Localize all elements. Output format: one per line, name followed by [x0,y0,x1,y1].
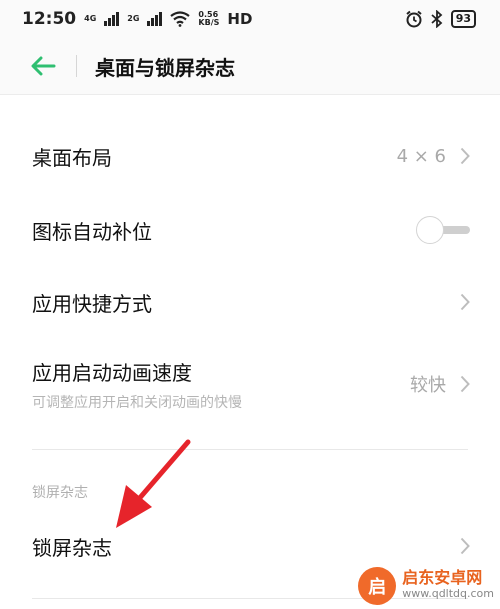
sim1-label: 4G [84,14,97,23]
arrow-left-icon [31,56,56,76]
section-header: 锁屏杂志 [32,485,88,501]
toggle-knob [416,216,444,244]
header-divider [76,55,77,77]
wifi-icon [170,11,191,27]
chevron-right-icon [460,537,470,555]
watermark-logo-icon: 启 [358,567,397,605]
chevron-right-icon [460,375,470,393]
setting-label: 应用启动动画速度 [32,360,192,385]
setting-label: 应用快捷方式 [32,291,152,316]
signal-icon-2 [147,12,163,26]
setting-right [460,293,470,311]
signal-icon [104,12,120,26]
setting-right: 较快 [410,371,470,397]
chevron-right-icon [460,293,470,311]
watermark-url: www.qdltdq.com [402,587,494,600]
status-left: 12:50 4G 2G 0.56 KB/S HD [22,9,252,29]
bluetooth-icon [431,10,443,28]
status-bar: 12:50 4G 2G 0.56 KB/S HD 93 [0,0,500,38]
section-divider [32,449,468,450]
setting-value: 较快 [410,375,446,396]
setting-icon-auto-fill: 图标自动补位 [0,194,500,266]
clock: 12:50 [22,9,77,29]
sim2-label: 2G [127,14,140,23]
alarm-icon [406,10,422,28]
setting-right: 4 × 6 [397,146,470,167]
watermark: 启 启东安卓网 www.qdltdq.com [358,567,494,605]
network-speed: 0.56 KB/S [198,10,220,27]
setting-text: 应用启动动画速度 可调整应用开启和关闭动画的快慢 [32,357,242,412]
setting-launch-animation-speed[interactable]: 应用启动动画速度 可调整应用开启和关闭动画的快慢 较快 [0,342,500,426]
chevron-right-icon [460,147,470,165]
setting-subtitle: 可调整应用开启和关闭动画的快慢 [32,394,242,411]
watermark-name: 启东安卓网 [402,568,483,587]
setting-right [460,537,470,555]
watermark-text: 启东安卓网 www.qdltdq.com [402,570,494,602]
setting-desktop-layout[interactable]: 桌面布局 4 × 6 [0,120,500,192]
icon-auto-fill-toggle[interactable] [416,216,470,244]
setting-value: 4 × 6 [396,145,446,167]
setting-app-shortcuts[interactable]: 应用快捷方式 [0,266,500,338]
status-right: 93 [405,10,476,28]
app-header: 桌面与锁屏杂志 [0,38,500,95]
setting-label: 桌面布局 [32,145,112,170]
back-button[interactable] [30,56,62,76]
setting-label: 图标自动补位 [32,219,152,244]
hd-indicator: HD [227,10,253,28]
page-title: 桌面与锁屏杂志 [95,55,235,80]
setting-label: 锁屏杂志 [32,535,112,560]
battery-indicator: 93 [450,10,476,28]
